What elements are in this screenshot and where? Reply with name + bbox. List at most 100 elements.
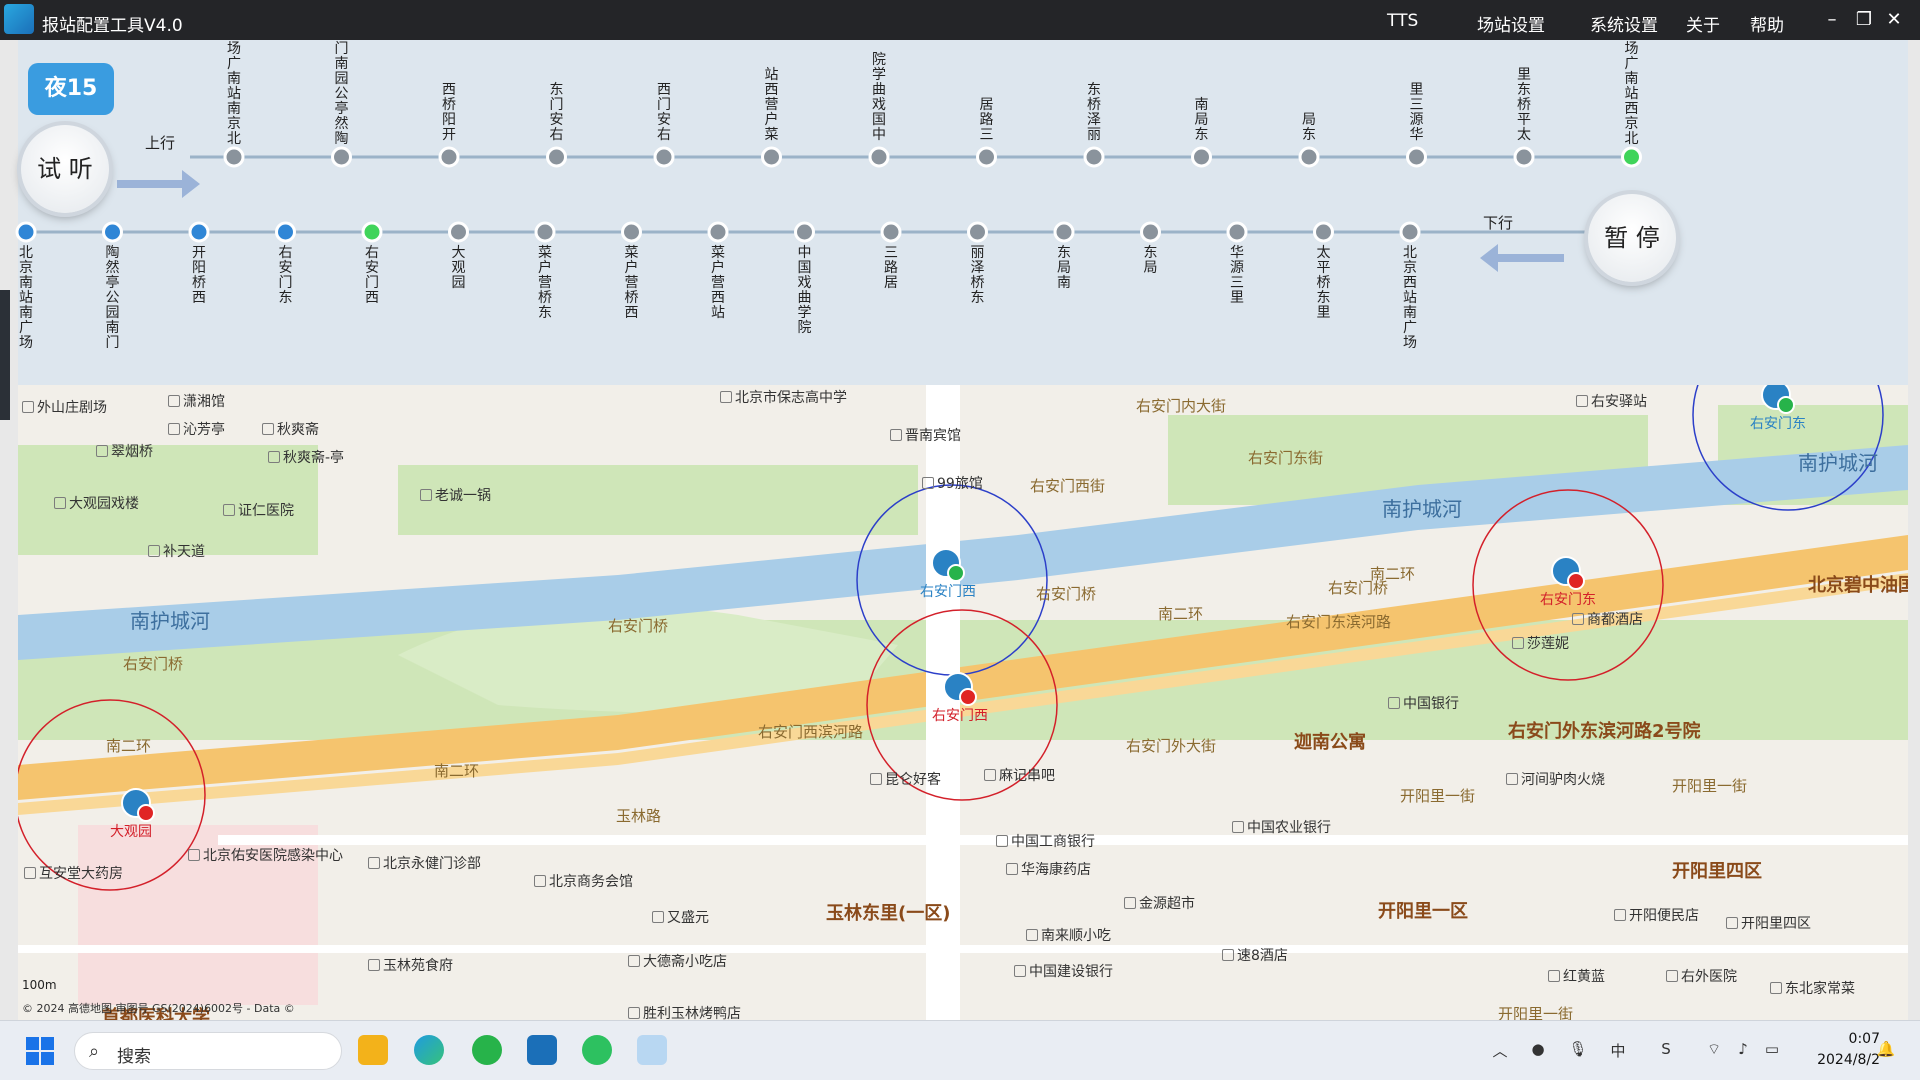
map-label-poi[interactable]: 金源超市 <box>1124 893 1195 913</box>
map-label-poi[interactable]: 莎莲妮 <box>1512 633 1569 653</box>
map-label-poi[interactable]: 昆仑好客 <box>870 769 941 789</box>
down-stop-dot[interactable] <box>880 221 902 243</box>
map-label-poi[interactable]: 北京市保志高中学 <box>720 387 847 407</box>
map-label-poi[interactable]: 中国银行 <box>1388 693 1459 713</box>
windows-start-icon[interactable] <box>26 1037 54 1065</box>
microphone-icon[interactable]: 🎙 <box>1568 1040 1588 1060</box>
clock-date[interactable]: 2024/8/2 <box>1817 1052 1880 1068</box>
map-label-poi[interactable]: 翠烟桥 <box>96 441 153 461</box>
map-view[interactable]: 外山庄剧场 潇湘馆沁芳亭 翠烟桥 秋爽斋秋爽斋-亭大观园戏楼 证仁医院补天道 老诚一锅 晋南… <box>18 385 1908 1020</box>
down-stop-dot[interactable] <box>188 221 210 243</box>
edge-browser-icon[interactable] <box>414 1035 444 1065</box>
map-label-poi[interactable]: 速8酒店 <box>1222 945 1288 965</box>
up-stop-dot[interactable] <box>331 146 352 168</box>
down-stop-dot[interactable] <box>361 221 383 243</box>
up-direction-label: 上行 <box>145 134 176 152</box>
up-stop-dot[interactable] <box>1083 146 1105 168</box>
wifi-icon[interactable]: ⌔ <box>1704 1040 1724 1060</box>
map-label-poi[interactable]: 开阳便民店 <box>1614 905 1699 925</box>
map-label-poi[interactable]: 秋爽斋 <box>262 419 319 439</box>
map-label-poi[interactable]: 河间驴肉火烧 <box>1506 769 1605 789</box>
map-label-poi[interactable]: 右安驿站 <box>1576 391 1647 411</box>
sogou-ime-icon[interactable]: S <box>1656 1040 1676 1060</box>
up-stop-dot[interactable] <box>868 146 890 168</box>
down-stop-dot[interactable] <box>707 221 729 243</box>
map-label-poi[interactable]: 北京商务会馆 <box>534 871 633 891</box>
map-label-poi[interactable]: 又盛元 <box>652 907 709 927</box>
map-label-poi[interactable]: 99旅馆 <box>922 473 983 493</box>
map-label-poi[interactable]: 华海康药店 <box>1006 859 1091 879</box>
map-label-poi[interactable]: 中国工商银行 <box>996 831 1095 851</box>
down-stop-dot[interactable] <box>102 221 123 243</box>
tray-expand-icon[interactable]: ︿ <box>1490 1040 1510 1060</box>
map-label-poi[interactable]: 晋南宾馆 <box>890 425 961 445</box>
down-stop-dot[interactable] <box>794 221 815 243</box>
map-label-poi[interactable]: 玉林苑食府 <box>368 955 453 975</box>
file-explorer-icon[interactable] <box>358 1035 388 1065</box>
map-label-poi[interactable]: 潇湘馆 <box>168 391 225 411</box>
poi-icon <box>1572 613 1584 625</box>
bus-station-pin-icon[interactable] <box>121 788 155 822</box>
map-label-poi[interactable]: 北京佑安医院感染中心 <box>188 845 343 865</box>
taskbar-search-box[interactable]: ⌕ 搜索 <box>74 1032 342 1070</box>
down-stop-dot[interactable] <box>1226 221 1248 243</box>
map-label-poi[interactable]: 东北家常菜 <box>1770 978 1855 998</box>
up-stop-dot[interactable] <box>976 146 997 168</box>
tray-app-icon[interactable]: ● <box>1528 1040 1548 1060</box>
map-label-poi[interactable]: 中国建设银行 <box>1014 961 1113 981</box>
volume-icon[interactable]: ♪ <box>1733 1040 1753 1060</box>
browser-e-icon[interactable] <box>472 1035 502 1065</box>
down-stop-dot[interactable] <box>448 221 469 243</box>
bus-station-pin-icon[interactable] <box>1551 556 1585 590</box>
up-stop-dot[interactable] <box>438 146 460 168</box>
down-stop-dot[interactable] <box>1313 221 1334 243</box>
up-stop-dot[interactable] <box>546 146 567 168</box>
map-label-poi[interactable]: 沁芳亭 <box>168 419 225 439</box>
down-stop-dot[interactable] <box>1053 221 1075 243</box>
bus-station-pin-icon[interactable] <box>931 548 965 582</box>
down-stop-dot[interactable] <box>621 221 642 243</box>
down-stop-dot[interactable] <box>1399 221 1421 243</box>
map-label-poi[interactable]: 商都酒店 <box>1572 609 1643 629</box>
map-label-poi[interactable]: 秋爽斋-亭 <box>268 447 344 467</box>
map-label-poi[interactable]: 右外医院 <box>1666 966 1737 986</box>
wechat-icon[interactable] <box>582 1035 612 1065</box>
map-label-poi[interactable]: 外山庄剧场 <box>22 397 107 417</box>
bus-station-pin-icon[interactable] <box>1761 385 1795 414</box>
down-stop-dot[interactable] <box>967 221 988 243</box>
bus-station-pin-icon[interactable] <box>943 672 977 706</box>
battery-icon[interactable]: ▭ <box>1762 1040 1782 1060</box>
play-preview-button[interactable]: 试 听 <box>21 125 109 213</box>
map-label-poi[interactable]: 中国农业银行 <box>1232 817 1331 837</box>
map-label-poi[interactable]: 胜利玉林烤鸭店 <box>628 1003 741 1020</box>
poi-icon <box>890 429 902 441</box>
down-stop-dot[interactable] <box>1140 221 1161 243</box>
pause-button[interactable]: 暂 停 <box>1588 194 1676 282</box>
map-label-poi[interactable]: 南来顺小吃 <box>1026 925 1111 945</box>
map-label-poi[interactable]: 补天道 <box>148 541 205 561</box>
map-label-poi[interactable]: 麻记串吧 <box>984 765 1055 785</box>
up-stop-dot[interactable] <box>1191 146 1212 168</box>
map-label-poi[interactable]: 证仁医院 <box>223 500 294 520</box>
up-stop-dot[interactable] <box>223 146 245 168</box>
up-stop-dot[interactable] <box>1406 146 1427 168</box>
up-stop-dot[interactable] <box>1513 146 1535 168</box>
down-stop-dot[interactable] <box>275 221 296 243</box>
map-label-poi[interactable]: 老诚一锅 <box>420 485 491 505</box>
map-label-poi[interactable]: 北京永健门诊部 <box>368 853 481 873</box>
map-label-poi[interactable]: 大德斋小吃店 <box>628 951 727 971</box>
up-stop-dot[interactable] <box>761 146 782 168</box>
down-stop-dot[interactable] <box>534 221 556 243</box>
map-label-poi[interactable]: 开阳里四区 <box>1726 913 1811 933</box>
up-stop-dot[interactable] <box>653 146 675 168</box>
notification-bell-icon[interactable]: 🔔 <box>1876 1040 1896 1060</box>
ime-indicator[interactable]: 中 <box>1608 1040 1628 1060</box>
snipping-tool-icon[interactable] <box>637 1035 667 1065</box>
map-label-poi[interactable]: 互安堂大药房 <box>24 863 123 883</box>
map-label-poi[interactable]: 红黄蓝 <box>1548 966 1605 986</box>
map-label-poi[interactable]: 大观园戏楼 <box>54 493 139 513</box>
down-stop-dot[interactable] <box>15 221 37 243</box>
up-stop-dot[interactable] <box>1298 146 1320 168</box>
up-stop-dot[interactable] <box>1621 146 1642 168</box>
station-config-app-icon[interactable] <box>527 1035 557 1065</box>
